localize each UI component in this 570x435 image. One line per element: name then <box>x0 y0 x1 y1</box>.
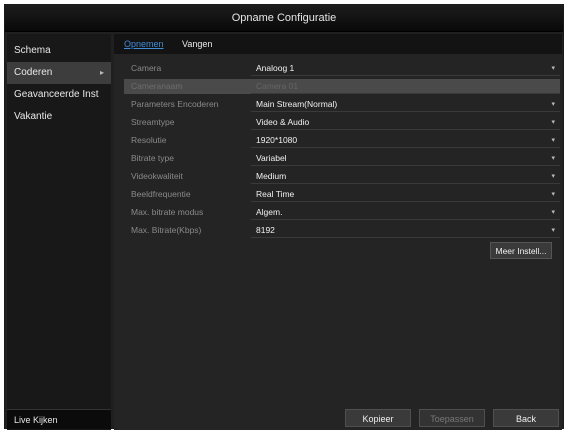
form-row-max-bitrate[interactable]: Max. Bitrate(Kbps) 8192 ▾ <box>124 223 560 238</box>
max-bitrate-mode-select[interactable]: Algem. ▾ <box>251 205 560 220</box>
stream-type-select[interactable]: Video & Audio ▾ <box>251 115 560 130</box>
field-label: Beeldfrequentie <box>131 189 191 199</box>
camera-name-field: Camera 01 <box>251 79 560 94</box>
field-label: Max. Bitrate(Kbps) <box>131 225 202 235</box>
video-quality-select[interactable]: Medium ▾ <box>251 169 560 184</box>
sidebar: Schema Coderen ▸ Geavanceerde Inst Vakan… <box>7 34 111 430</box>
field-label: Videokwaliteit <box>131 171 183 181</box>
apply-button[interactable]: Toepassen <box>419 409 485 427</box>
max-bitrate-select[interactable]: 8192 ▾ <box>251 223 560 238</box>
sidebar-item-label: Schema <box>14 45 51 56</box>
field-value: Main Stream(Normal) <box>256 99 338 109</box>
form-row-camera-name: Cameranaam Camera 01 <box>124 79 560 94</box>
chevron-right-icon: ▸ <box>99 68 104 77</box>
field-label: Cameranaam <box>131 81 183 91</box>
sidebar-item-label: Geavanceerde Inst <box>14 89 99 100</box>
chevron-down-icon: ▾ <box>551 137 555 144</box>
form-row-max-bitrate-mode[interactable]: Max. bitrate modus Algem. ▾ <box>124 205 560 220</box>
back-button[interactable]: Back <box>493 409 559 427</box>
field-label: Camera <box>131 63 162 73</box>
chevron-down-icon: ▾ <box>551 101 555 108</box>
field-value: Camera 01 <box>256 81 299 91</box>
form-row-camera[interactable]: Camera Analoog 1 ▾ <box>124 61 560 76</box>
tab-record[interactable]: Opnemen <box>124 37 164 51</box>
chevron-down-icon: ▾ <box>551 65 555 72</box>
frame-rate-select[interactable]: Real Time ▾ <box>251 187 560 202</box>
field-value: Real Time <box>256 189 295 199</box>
chevron-down-icon: ▾ <box>551 155 555 162</box>
field-label: Bitrate type <box>131 153 174 163</box>
chevron-down-icon: ▾ <box>551 191 555 198</box>
resolution-select[interactable]: 1920*1080 ▾ <box>251 133 560 148</box>
window-title: Opname Configuratie <box>5 5 563 32</box>
copy-button[interactable]: Kopieer <box>345 409 411 427</box>
field-label: Parameters Encoderen <box>131 99 219 109</box>
chevron-down-icon: ▾ <box>551 173 555 180</box>
chevron-down-icon: ▾ <box>551 227 555 234</box>
form-row-bitrate-type[interactable]: Bitrate type Variabel ▾ <box>124 151 560 166</box>
sidebar-item-label: Coderen <box>14 67 53 78</box>
more-settings-button[interactable]: Meer Instell... <box>490 242 552 259</box>
encoding-parameters-select[interactable]: Main Stream(Normal) ▾ <box>251 97 560 112</box>
field-value: 8192 <box>256 225 275 235</box>
field-label: Max. bitrate modus <box>131 207 204 217</box>
camera-select[interactable]: Analoog 1 ▾ <box>251 61 560 76</box>
field-label: Streamtype <box>131 117 175 127</box>
sidebar-item-label: Vakantie <box>14 111 53 122</box>
chevron-down-icon: ▾ <box>551 119 555 126</box>
sidebar-item-holiday[interactable]: Vakantie <box>7 106 111 128</box>
form-row-frame-rate[interactable]: Beeldfrequentie Real Time ▾ <box>124 187 560 202</box>
tab-bar: Opnemen Vangen <box>114 34 562 54</box>
form-row-stream-type[interactable]: Streamtype Video & Audio ▾ <box>124 115 560 130</box>
sidebar-item-coderen[interactable]: Coderen ▸ <box>7 62 111 84</box>
field-value: Analoog 1 <box>256 63 295 73</box>
field-value: Medium <box>256 171 287 181</box>
sidebar-item-advanced-settings[interactable]: Geavanceerde Inst <box>7 84 111 106</box>
live-view-button[interactable]: Live Kijken <box>7 409 111 429</box>
bitrate-type-select[interactable]: Variabel ▾ <box>251 151 560 166</box>
field-value: Variabel <box>256 153 287 163</box>
tab-capture[interactable]: Vangen <box>182 37 212 51</box>
sidebar-item-schema[interactable]: Schema <box>7 40 111 62</box>
configuration-window: Opname Configuratie Schema Coderen ▸ Gea… <box>4 4 564 430</box>
field-value: Algem. <box>256 207 283 217</box>
field-label: Resolutie <box>131 135 167 145</box>
form-row-resolution[interactable]: Resolutie 1920*1080 ▾ <box>124 133 560 148</box>
field-value: Video & Audio <box>256 117 310 127</box>
chevron-down-icon: ▾ <box>551 209 555 216</box>
main-panel: Opnemen Vangen Camera Analoog 1 ▾ Camera… <box>114 34 562 430</box>
field-value: 1920*1080 <box>256 135 298 145</box>
form-row-encoding-parameters[interactable]: Parameters Encoderen Main Stream(Normal)… <box>124 97 560 112</box>
form-row-video-quality[interactable]: Videokwaliteit Medium ▾ <box>124 169 560 184</box>
